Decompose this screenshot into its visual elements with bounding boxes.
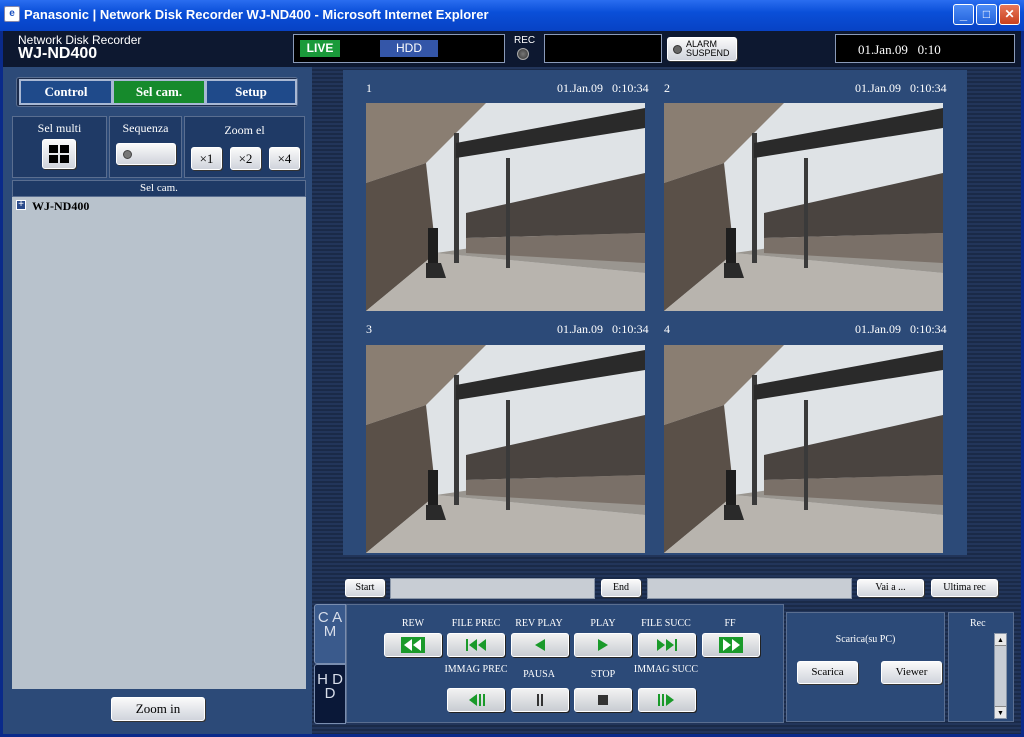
camera-1-feed[interactable] <box>366 103 645 311</box>
camera-tree: + WJ-ND400 <box>12 197 306 689</box>
start-button[interactable]: Start <box>345 579 385 597</box>
model-name: WJ-ND400 <box>18 45 98 62</box>
ie-icon: e <box>4 6 20 22</box>
alarm-suspend-button[interactable]: ALARM SUSPEND <box>667 37 737 61</box>
zoom-in-button[interactable]: Zoom in <box>111 697 205 721</box>
tab-hdd-label: H D D <box>317 671 343 702</box>
scroll-down-icon[interactable]: ▼ <box>995 706 1006 718</box>
frame-forward-icon <box>658 694 674 706</box>
camera-3-number: 3 <box>366 322 372 336</box>
hdd-indicator[interactable]: HDD <box>380 40 438 57</box>
zoom-x2-button[interactable]: ×2 <box>230 147 261 170</box>
tab-cam-label: C A M <box>317 609 343 640</box>
camera-4-number: 4 <box>664 322 670 336</box>
tree-root-recorder[interactable]: WJ-ND400 <box>32 199 89 214</box>
camera-tree-header: Sel cam. <box>12 180 306 197</box>
immag-succ-button[interactable] <box>638 688 696 712</box>
title-bar: e Panasonic | Network Disk Recorder WJ-N… <box>0 0 1024 31</box>
rev-play-button[interactable] <box>511 633 569 657</box>
rec-lamp-icon <box>517 48 529 60</box>
rec-panel: Rec ▲ ▼ <box>948 612 1014 722</box>
file-succ-button[interactable] <box>638 633 696 657</box>
sequence-button[interactable] <box>116 143 176 165</box>
rec-status-display <box>544 34 662 63</box>
tab-cam[interactable]: C A M <box>314 604 346 664</box>
tab-control[interactable]: Control <box>19 79 113 105</box>
rec-panel-label: Rec <box>970 618 986 629</box>
pause-button[interactable] <box>511 688 569 712</box>
end-time-field[interactable] <box>647 578 852 599</box>
file-prec-button[interactable] <box>447 633 505 657</box>
camera-1-number: 1 <box>366 81 372 95</box>
pause-icon <box>537 694 543 706</box>
viewer-button[interactable]: Viewer <box>881 661 942 684</box>
datetime-display: 01.Jan.09 0:10 <box>835 34 1015 63</box>
zoom-group: Zoom el ×1 ×2 ×4 <box>184 116 305 178</box>
rew-button[interactable] <box>384 633 442 657</box>
last-rec-button[interactable]: Ultima rec <box>931 579 998 597</box>
rec-scrollbar[interactable]: ▲ ▼ <box>994 633 1007 719</box>
stop-button[interactable] <box>574 688 632 712</box>
tab-bar: Control Sel cam. Setup <box>16 77 298 107</box>
ff-button[interactable] <box>702 633 760 657</box>
camera-4-feed[interactable] <box>664 345 943 553</box>
camera-2-feed[interactable] <box>664 103 943 311</box>
ff-label: FF <box>724 618 736 629</box>
expand-icon[interactable]: + <box>16 200 26 210</box>
start-time-field[interactable] <box>390 578 595 599</box>
multi-screen-button[interactable] <box>42 139 76 169</box>
alarm-lamp-icon <box>673 45 682 54</box>
camera-2-timestamp: 01.Jan.09 0:10:34 <box>855 81 947 95</box>
zoom-x4-button[interactable]: ×4 <box>269 147 300 170</box>
download-panel: Scarica(su PC) Scarica Viewer <box>786 612 945 722</box>
sel-multi-label: Sel multi <box>37 121 82 135</box>
sequenza-label: Sequenza <box>122 121 169 135</box>
mode-indicator: LIVE HDD <box>293 34 505 63</box>
zoom-el-label: Zoom el <box>224 123 265 137</box>
live-indicator[interactable]: LIVE <box>300 40 340 57</box>
scarica-button[interactable]: Scarica <box>797 661 858 684</box>
immag-prec-button[interactable] <box>447 688 505 712</box>
rewind-icon <box>401 637 425 653</box>
quad-grid-icon <box>49 145 69 163</box>
play-icon <box>598 639 608 651</box>
tab-hdd[interactable]: H D D <box>314 664 346 724</box>
end-button[interactable]: End <box>601 579 641 597</box>
download-title: Scarica(su PC) <box>835 634 896 645</box>
goto-button[interactable]: Vai a ... <box>857 579 924 597</box>
camera-2-number: 2 <box>664 81 670 95</box>
tab-setup[interactable]: Setup <box>205 79 297 105</box>
skip-back-icon <box>466 639 486 651</box>
play-button[interactable] <box>574 633 632 657</box>
maximize-button[interactable]: □ <box>976 4 997 25</box>
minimize-button[interactable]: _ <box>953 4 974 25</box>
sequence-lamp-icon <box>123 150 132 159</box>
camera-1-timestamp: 01.Jan.09 0:10:34 <box>557 81 649 95</box>
fast-forward-icon <box>719 637 743 653</box>
reverse-play-icon <box>535 639 545 651</box>
camera-4-timestamp: 01.Jan.09 0:10:34 <box>855 322 947 336</box>
zoom-x1-button[interactable]: ×1 <box>191 147 222 170</box>
scroll-up-icon[interactable]: ▲ <box>995 634 1006 646</box>
camera-3-feed[interactable] <box>366 345 645 553</box>
sel-multi-group: Sel multi <box>12 116 107 178</box>
camera-3-timestamp: 01.Jan.09 0:10:34 <box>557 322 649 336</box>
tab-sel-cam[interactable]: Sel cam. <box>112 79 206 105</box>
sequenza-group: Sequenza <box>109 116 182 178</box>
suspend-label: SUSPEND <box>686 48 730 58</box>
rec-label: REC <box>514 35 536 46</box>
immag-succ-label: IMMAG SUCC <box>633 664 699 675</box>
window-title: Panasonic | Network Disk Recorder WJ-ND4… <box>24 7 489 22</box>
close-button[interactable]: ✕ <box>999 4 1020 25</box>
skip-forward-icon <box>657 639 677 651</box>
stop-icon <box>598 695 608 705</box>
frame-back-icon <box>469 694 485 706</box>
